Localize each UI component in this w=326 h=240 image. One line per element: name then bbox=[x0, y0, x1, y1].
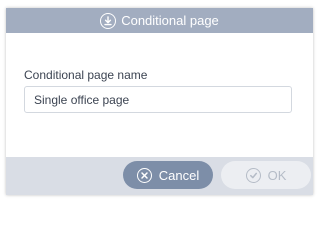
cancel-button-label: Cancel bbox=[158, 167, 200, 183]
conditional-page-name-label: Conditional page name bbox=[24, 68, 148, 82]
download-icon bbox=[100, 12, 117, 29]
cancel-x-icon bbox=[136, 167, 152, 183]
cancel-button[interactable]: Cancel bbox=[123, 161, 213, 189]
dialog-title: Conditional page bbox=[121, 13, 219, 28]
check-icon bbox=[245, 167, 261, 183]
dialog-body: Conditional page name bbox=[6, 33, 313, 157]
ok-button[interactable]: OK bbox=[221, 161, 311, 189]
dialog-titlebar: Conditional page bbox=[6, 8, 313, 33]
dialog-footer: Cancel OK bbox=[6, 157, 313, 195]
ok-button-label: OK bbox=[267, 167, 287, 183]
conditional-page-name-input[interactable] bbox=[24, 86, 292, 113]
conditional-page-dialog: Conditional page Conditional page name C… bbox=[6, 8, 313, 195]
